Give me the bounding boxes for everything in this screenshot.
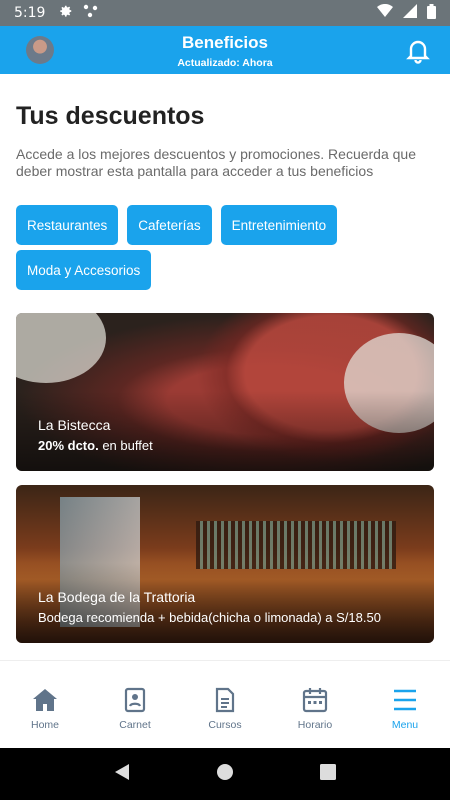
card-detail: en buffet: [102, 438, 153, 453]
card-discount: 20% dcto.: [38, 438, 99, 453]
section-description: Accede a los mejores descuentos y promoc…: [16, 146, 416, 179]
status-bar: 5:19: [0, 0, 450, 26]
card-title: La Bodega de la Trattoria: [38, 589, 196, 605]
category-chip-entretenimiento[interactable]: Entretenimiento: [220, 205, 338, 245]
recents-icon[interactable]: [319, 763, 337, 786]
menu-icon: [394, 689, 416, 711]
nav-item-cursos[interactable]: Cursos: [180, 661, 270, 748]
nav-item-horario[interactable]: Horario: [270, 661, 360, 748]
card-image: [16, 313, 106, 383]
app-bar: Beneficios Actualizado: Ahora: [0, 26, 450, 74]
wifi-icon: [377, 3, 393, 22]
discount-card[interactable]: La Bistecca 20% dcto. en buffet: [16, 313, 434, 471]
calendar-icon: [302, 688, 328, 713]
nav-item-menu[interactable]: Menu: [360, 661, 450, 748]
settings-icon: [59, 4, 73, 22]
bell-icon[interactable]: [406, 38, 430, 64]
back-icon[interactable]: [113, 763, 131, 786]
nav-item-carnet[interactable]: Carnet: [90, 661, 180, 748]
nav-label: Home: [30, 719, 59, 731]
notification-dots-icon: [83, 4, 99, 22]
nav-label: Horario: [297, 719, 333, 731]
nav-label: Menu: [391, 719, 419, 731]
section-heading: Tus descuentos: [16, 102, 205, 130]
main-content: Tus descuentos Accede a los mejores desc…: [0, 74, 450, 660]
document-icon: [215, 687, 235, 713]
category-chip-moda[interactable]: Moda y Accesorios: [16, 250, 152, 290]
battery-icon: [427, 3, 436, 23]
signal-icon: [403, 4, 417, 22]
home-circle-icon[interactable]: [216, 763, 234, 786]
category-chip-restaurantes[interactable]: Restaurantes: [16, 205, 119, 245]
update-status: Actualizado: Ahora: [177, 57, 273, 69]
page-title: Beneficios: [182, 33, 268, 52]
nav-label: Cursos: [208, 719, 242, 731]
card-detail: Bodega recomienda + bebida(chicha o limo…: [38, 610, 381, 625]
discount-card[interactable]: La Bodega de la Trattoria Bodega recomie…: [16, 485, 434, 643]
system-nav-bar: [0, 748, 450, 800]
category-chip-cafeterias[interactable]: Cafeterías: [127, 205, 212, 245]
home-icon: [33, 689, 57, 711]
nav-label: Carnet: [119, 719, 151, 731]
card-title: La Bistecca: [38, 417, 111, 433]
card-offer: Bodega recomienda + bebida(chicha o limo…: [38, 610, 381, 625]
card-offer: 20% dcto. en buffet: [38, 438, 153, 453]
bottom-nav: Home Carnet Cursos Horario Menu: [0, 660, 450, 748]
status-time: 5:19: [14, 5, 46, 21]
id-card-icon: [124, 687, 146, 713]
category-filters: Restaurantes Cafeterías Entretenimiento …: [16, 205, 436, 290]
nav-item-home[interactable]: Home: [0, 661, 90, 748]
